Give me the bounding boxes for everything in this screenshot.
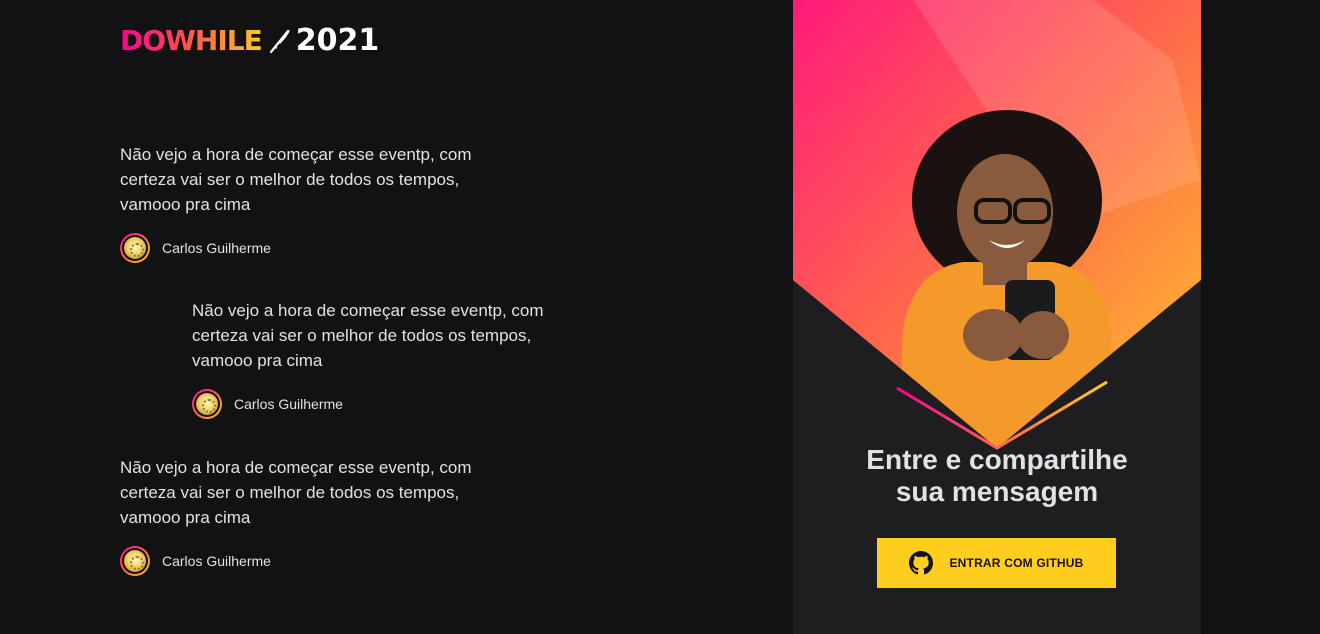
message-item: Não vejo a hora de começar esse eventp, … bbox=[192, 298, 572, 419]
avatar-image bbox=[196, 393, 218, 415]
author-name: Carlos Guilherme bbox=[162, 553, 271, 569]
signin-panel: Entre e compartilhe sua mensagem ENTRAR … bbox=[793, 0, 1201, 634]
message-text: Não vejo a hora de começar esse eventp, … bbox=[192, 301, 544, 370]
message-author: Carlos Guilherme bbox=[192, 389, 572, 419]
message-text: Não vejo a hora de começar esse eventp, … bbox=[120, 145, 472, 214]
avatar bbox=[120, 233, 150, 263]
message-author: Carlos Guilherme bbox=[120, 546, 500, 576]
avatar bbox=[192, 389, 222, 419]
github-button-label: ENTRAR COM GITHUB bbox=[949, 556, 1084, 570]
avatar-image bbox=[124, 237, 146, 259]
logo-year: 2021 bbox=[295, 23, 380, 58]
signin-title-line2: sua mensagem bbox=[895, 476, 1099, 507]
message-item: Não vejo a hora de começar esse eventp, … bbox=[120, 142, 500, 263]
message-author: Carlos Guilherme bbox=[120, 233, 500, 263]
author-name: Carlos Guilherme bbox=[234, 396, 343, 412]
feather-pen-icon bbox=[269, 29, 290, 54]
message-list-panel: DOWHILE 2021 Não vejo a hora de começar … bbox=[0, 0, 793, 634]
avatar-image bbox=[124, 550, 146, 572]
hero-illustration bbox=[793, 0, 1201, 450]
message-text: Não vejo a hora de começar esse eventp, … bbox=[120, 458, 472, 527]
dowhile-logo: DOWHILE 2021 bbox=[120, 26, 379, 56]
avatar bbox=[120, 546, 150, 576]
github-icon bbox=[909, 551, 934, 575]
message-item: Não vejo a hora de começar esse eventp, … bbox=[120, 455, 500, 576]
logo-word: DOWHILE bbox=[120, 24, 263, 57]
github-signin-button[interactable]: ENTRAR COM GITHUB bbox=[877, 538, 1116, 588]
signin-title: Entre e compartilhe sua mensagem bbox=[793, 444, 1201, 508]
signin-title-line1: Entre e compartilhe bbox=[866, 444, 1128, 475]
author-name: Carlos Guilherme bbox=[162, 240, 271, 256]
